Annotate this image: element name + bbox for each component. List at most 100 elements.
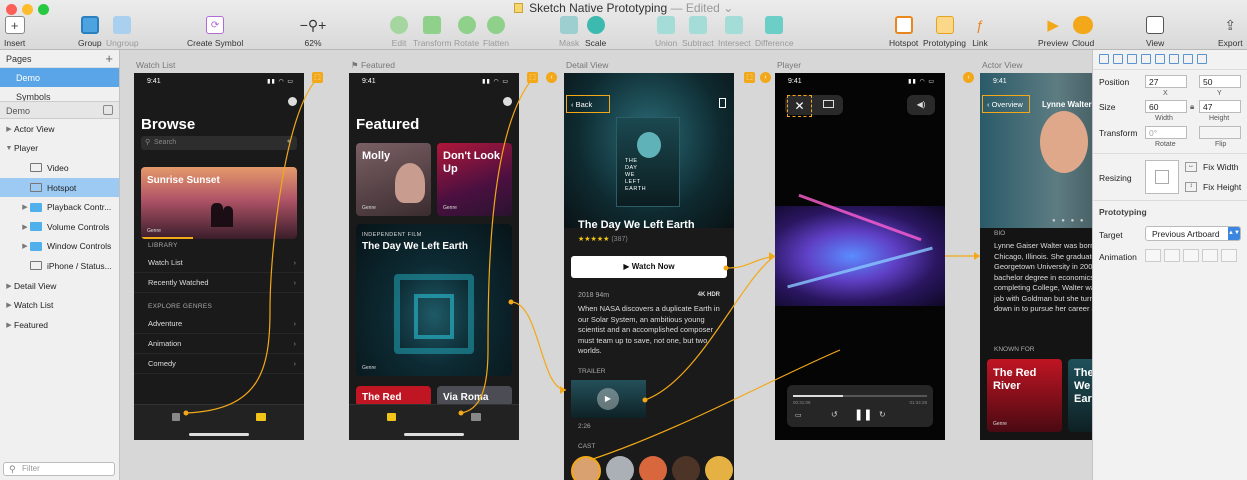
- layer-label: Watch List: [14, 300, 54, 311]
- view-icon: [1146, 16, 1165, 34]
- size-label: Size: [1099, 102, 1116, 112]
- layer-row[interactable]: ▶ Watch List: [0, 295, 119, 315]
- target-select[interactable]: Previous Artboard ▲▼: [1145, 226, 1241, 241]
- subtract-button[interactable]: Subtract: [682, 16, 714, 48]
- page-item-symbols[interactable]: Symbols: [0, 87, 119, 101]
- intersect-button[interactable]: Intersect: [718, 16, 751, 48]
- hotspot-icon: [894, 16, 913, 34]
- flip-buttons[interactable]: [1199, 126, 1241, 139]
- create-symbol-button[interactable]: ⟳ Create Symbol: [187, 16, 243, 48]
- disclosure-icon[interactable]: ▶: [4, 282, 14, 290]
- link-arrow: [560, 386, 566, 394]
- export-button[interactable]: ⇪ Export: [1218, 16, 1243, 49]
- union-button[interactable]: Union: [655, 16, 677, 48]
- disclosure-icon[interactable]: ▶: [4, 125, 14, 133]
- disclosure-icon[interactable]: ▶: [20, 223, 30, 231]
- page-item-demo[interactable]: Demo: [0, 68, 119, 87]
- width-field[interactable]: 60: [1145, 100, 1187, 113]
- animation-left-icon[interactable]: [1164, 249, 1180, 262]
- rotate-field[interactable]: 0°: [1145, 126, 1187, 139]
- distribute-v-icon[interactable]: [1197, 54, 1207, 64]
- distribute-h-icon[interactable]: [1183, 54, 1193, 64]
- layer-row[interactable]: ▶ Actor View: [0, 119, 119, 139]
- alignment-toolbar: [1093, 50, 1247, 70]
- rotate-button[interactable]: Rotate: [454, 16, 479, 48]
- layer-row[interactable]: Hotspot: [0, 177, 119, 198]
- transform-label: Transform: [1099, 128, 1138, 138]
- target-label: Target: [1099, 230, 1123, 240]
- rotate-icon: [457, 16, 476, 34]
- align-middle-icon[interactable]: [1155, 54, 1165, 64]
- align-right-icon[interactable]: [1127, 54, 1137, 64]
- disclosure-icon[interactable]: ▼: [4, 145, 14, 152]
- preview-button[interactable]: ▶ Preview: [1038, 16, 1068, 48]
- fix-height-label[interactable]: Fix Height: [1203, 182, 1241, 192]
- link-endpoint: [508, 299, 514, 305]
- link-endpoint: [183, 410, 189, 416]
- canvas[interactable]: Watch List ⚑ Featured Detail View Player…: [120, 50, 1092, 480]
- scale-button[interactable]: Scale: [585, 16, 606, 48]
- link-endpoint: [458, 410, 464, 416]
- layer-label: iPhone / Status...: [47, 260, 112, 271]
- link-line: [185, 77, 319, 414]
- view-button[interactable]: View: [1146, 16, 1164, 48]
- layer-icon: [30, 183, 42, 193]
- align-bottom-icon[interactable]: [1169, 54, 1179, 64]
- fix-width-icon[interactable]: ↔: [1185, 162, 1197, 172]
- layer-row[interactable]: ▶ Featured: [0, 315, 119, 335]
- resizing-widget[interactable]: [1145, 160, 1179, 194]
- layer-filter-input[interactable]: ⚲ Filter: [3, 462, 115, 476]
- height-field[interactable]: 47: [1199, 100, 1241, 113]
- transform-button[interactable]: Transform: [413, 16, 451, 48]
- lock-icon[interactable]: 🔒︎: [1190, 102, 1194, 112]
- layer-row[interactable]: iPhone / Status...: [0, 256, 119, 276]
- link-button[interactable]: ƒ Link: [971, 16, 989, 48]
- edit-button[interactable]: Edit: [390, 16, 408, 48]
- fix-width-label[interactable]: Fix Width: [1203, 162, 1238, 172]
- add-page-icon[interactable]: +: [105, 51, 113, 66]
- position-x-field[interactable]: 27: [1145, 75, 1187, 88]
- cloud-button[interactable]: Cloud: [1072, 16, 1094, 48]
- layers-sidebar: Pages + Demo Symbols Demo ▶ Actor View ▼ Pl…: [0, 50, 120, 480]
- prototyping-header: Prototyping: [1099, 207, 1147, 217]
- layer-row[interactable]: ▶ Playback Contr...: [0, 197, 119, 217]
- animation-down-icon[interactable]: [1221, 249, 1237, 262]
- mask-button[interactable]: Mask: [559, 16, 579, 48]
- layer-row[interactable]: Video: [0, 158, 119, 178]
- prototyping-button[interactable]: Prototyping: [923, 16, 966, 48]
- layer-row[interactable]: ▶ Detail View: [0, 276, 119, 296]
- ungroup-button[interactable]: Ungroup: [106, 16, 139, 48]
- scale-icon: [586, 16, 605, 34]
- align-center-icon[interactable]: [1113, 54, 1123, 64]
- animation-right-icon[interactable]: [1202, 249, 1218, 262]
- group-button[interactable]: Group: [78, 16, 102, 48]
- animation-up-icon[interactable]: [1183, 249, 1199, 262]
- collapse-icon[interactable]: [103, 105, 113, 115]
- position-y-field[interactable]: 50: [1199, 75, 1241, 88]
- link-endpoint: [723, 265, 729, 271]
- flatten-button[interactable]: Flatten: [483, 16, 509, 48]
- layer-label: Window Controls: [47, 241, 112, 252]
- transform-icon: [423, 16, 442, 34]
- animation-none-icon[interactable]: [1145, 249, 1161, 262]
- disclosure-icon[interactable]: ▶: [20, 203, 30, 211]
- link-line: [510, 301, 567, 391]
- align-left-icon[interactable]: [1099, 54, 1109, 64]
- prototype-links: [183, 77, 980, 461]
- difference-icon: [765, 16, 784, 34]
- align-top-icon[interactable]: [1141, 54, 1151, 64]
- disclosure-icon[interactable]: ▶: [20, 242, 30, 250]
- layer-row[interactable]: ▼ Player: [0, 139, 119, 159]
- layer-row[interactable]: ▶ Window Controls: [0, 237, 119, 257]
- disclosure-icon[interactable]: ▶: [4, 301, 14, 309]
- fix-height-icon[interactable]: ↕: [1185, 182, 1197, 192]
- insert-button[interactable]: + Insert: [4, 16, 25, 48]
- zoom-control[interactable]: −⚲+ 62%: [293, 16, 333, 49]
- difference-button[interactable]: Difference: [755, 16, 794, 48]
- group-icon: [80, 16, 99, 34]
- symbol-icon: ⟳: [206, 16, 225, 34]
- layer-row[interactable]: ▶ Volume Controls: [0, 217, 119, 237]
- link-endpoint: [642, 397, 648, 403]
- disclosure-icon[interactable]: ▶: [4, 321, 14, 329]
- hotspot-button[interactable]: Hotspot: [889, 16, 918, 48]
